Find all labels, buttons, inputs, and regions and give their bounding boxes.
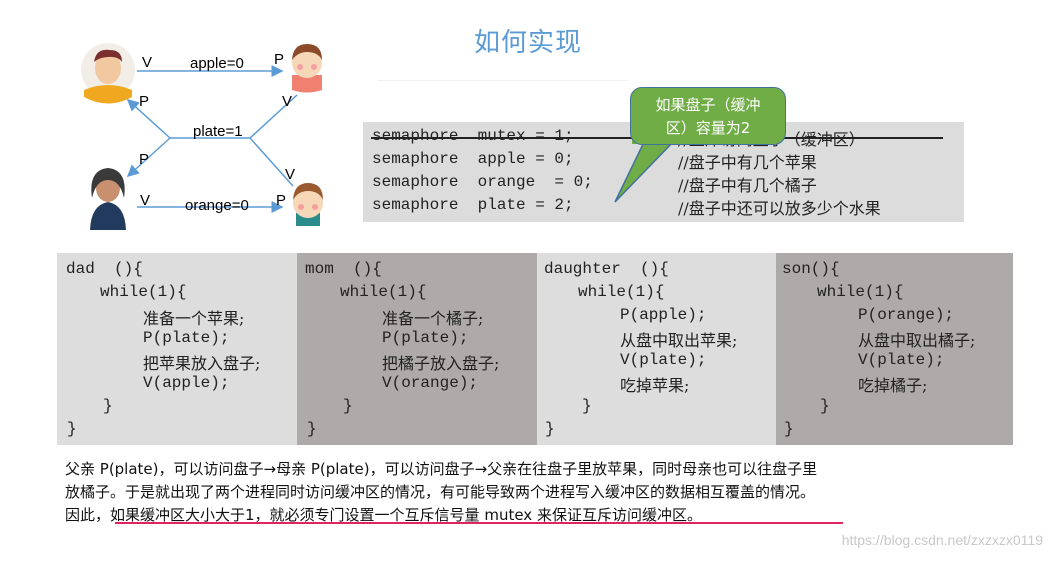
semaphore-mutex: semaphore mutex = 1; <box>372 127 574 145</box>
label-plate: plate=1 <box>193 123 243 140</box>
watermark: https://blog.csdn.net/zxzxzx0119 <box>841 532 1043 548</box>
close-brace: } <box>67 420 77 438</box>
code-line: V(plate); <box>620 351 707 369</box>
label-p-daughter-apple: P <box>274 51 284 68</box>
paragraph-line-3-prefix: 因此， <box>65 506 111 524</box>
process-diagram: V apple=0 P P V plate=1 P V V orange=0 P <box>81 43 323 230</box>
father-avatar-icon <box>81 43 135 104</box>
capacity-callout: 如果盘子（缓冲 区）容量为2 <box>630 87 786 145</box>
code-line: P(orange); <box>858 306 955 324</box>
close-brace: } <box>343 397 353 415</box>
page-title-text: 如何实现 <box>474 28 583 58</box>
label-orange: orange=0 <box>185 197 249 214</box>
code-line: 从盘中取出橘子; <box>858 331 976 350</box>
code-line: V(apple); <box>143 374 230 392</box>
callout-line-2: 区）容量为2 <box>665 119 751 137</box>
code-line: 把苹果放入盘子; <box>143 354 261 373</box>
semaphore-orange: semaphore orange = 0; <box>372 173 593 191</box>
son-avatar-icon <box>293 183 323 226</box>
title-divider <box>378 80 628 81</box>
code-line: 从盘中取出苹果; <box>620 331 738 350</box>
code-line: V(plate); <box>858 351 945 369</box>
semaphore-plate: semaphore plate = 2; <box>372 196 574 214</box>
mother-avatar-icon <box>90 168 126 230</box>
code-line: 准备一个苹果; <box>143 309 245 328</box>
explanation-paragraph: 父亲 P(plate)，可以访问盘子→母亲 P(plate)，可以访问盘子→父亲… <box>65 458 1035 527</box>
close-brace: } <box>103 397 113 415</box>
label-v-mom-orange: V <box>140 192 150 209</box>
code-line: 把橘子放入盘子; <box>382 354 500 373</box>
code-line: 吃掉橘子; <box>858 376 928 395</box>
code-line: V(orange); <box>382 374 479 392</box>
loop-header: while(1){ <box>578 283 665 301</box>
process-son: son(){ while(1){ P(orange); 从盘中取出橘子; V(p… <box>776 253 1013 445</box>
process-header: daughter (){ <box>544 260 669 278</box>
daughter-avatar-icon <box>292 44 322 93</box>
label-apple: apple=0 <box>190 55 244 72</box>
semaphore-orange-comment: //盘子中有几个橘子 <box>678 176 817 195</box>
process-daughter: daughter (){ while(1){ P(apple); 从盘中取出苹果… <box>537 253 776 445</box>
label-v-dad-apple: V <box>142 54 152 71</box>
close-brace: } <box>545 420 555 438</box>
process-header: son(){ <box>782 260 840 278</box>
label-v-son-plate: V <box>285 166 295 183</box>
code-line: P(plate); <box>143 329 230 347</box>
code-line: P(plate); <box>382 329 469 347</box>
close-brace: } <box>784 420 794 438</box>
process-header: mom (){ <box>305 260 382 278</box>
label-p-son-orange: P <box>276 192 286 209</box>
close-brace: } <box>307 420 317 438</box>
label-p-dad-plate: P <box>139 93 149 110</box>
loop-header: while(1){ <box>817 283 904 301</box>
label-p-mom-plate: P <box>139 151 149 168</box>
callout-line-1: 如果盘子（缓冲 <box>655 96 761 114</box>
code-line: 准备一个橘子; <box>382 309 484 328</box>
paragraph-line-2: 放橘子。于是就出现了两个进程同时访问缓冲区的情况，有可能导致两个进程写入缓冲区的… <box>65 483 816 501</box>
process-header: dad (){ <box>66 260 143 278</box>
close-brace: } <box>820 397 830 415</box>
semaphore-apple-comment: //盘子中有几个苹果 <box>678 153 817 172</box>
label-v-daughter-plate: V <box>282 93 292 110</box>
process-mom: mom (){ while(1){ 准备一个橘子; P(plate); 把橘子放… <box>297 253 537 445</box>
semaphore-apple: semaphore apple = 0; <box>372 150 574 168</box>
code-line: 吃掉苹果; <box>620 376 690 395</box>
highlight-underline <box>115 522 843 524</box>
process-dad: dad (){ while(1){ 准备一个苹果; P(plate); 把苹果放… <box>57 253 297 445</box>
loop-header: while(1){ <box>340 283 427 301</box>
paragraph-line-1: 父亲 P(plate)，可以访问盘子→母亲 P(plate)，可以访问盘子→父亲… <box>65 460 818 478</box>
close-brace: } <box>582 397 592 415</box>
loop-header: while(1){ <box>100 283 187 301</box>
code-line: P(apple); <box>620 306 707 324</box>
semaphore-plate-comment: //盘子中还可以放多少个水果 <box>678 199 881 218</box>
